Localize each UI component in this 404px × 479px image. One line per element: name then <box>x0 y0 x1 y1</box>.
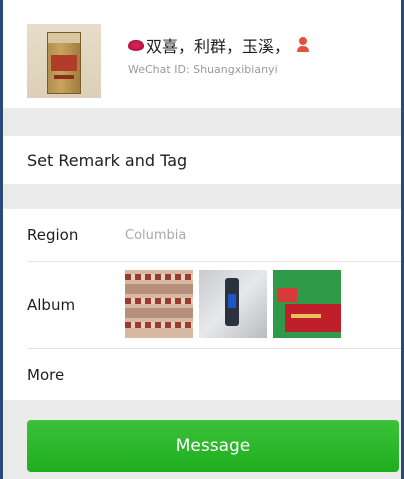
region-label: Region <box>27 226 79 244</box>
album-thumbnails <box>125 270 341 338</box>
album-thumbnail[interactable] <box>125 270 193 338</box>
avatar-cigarette-pack <box>47 32 81 94</box>
set-remark-label: Set Remark and Tag <box>27 150 188 170</box>
contact-profile-screen: 双喜，利群，玉溪， WeChat ID: Shuangxibianyi Set … <box>0 0 404 479</box>
message-button[interactable]: Message <box>27 420 399 472</box>
region-row: Region Columbia <box>3 209 401 261</box>
profile-name: 双喜，利群，玉溪， <box>146 37 291 56</box>
lips-icon <box>128 39 144 51</box>
set-remark-and-tag-row[interactable]: Set Remark and Tag <box>3 136 401 184</box>
wechat-id: WeChat ID: Shuangxibianyi <box>128 63 278 76</box>
album-label: Album <box>27 296 76 314</box>
message-button-label: Message <box>175 436 251 456</box>
album-thumbnail[interactable] <box>199 270 267 338</box>
album-thumbnail[interactable] <box>273 270 341 338</box>
person-icon <box>296 37 310 53</box>
profile-name-row: 双喜，利群，玉溪， <box>128 33 310 57</box>
region-value: Columbia <box>125 227 187 243</box>
album-row[interactable]: Album <box>3 262 401 348</box>
info-section: Region Columbia Album More <box>3 209 401 400</box>
profile-header: 双喜，利群，玉溪， WeChat ID: Shuangxibianyi <box>3 0 401 108</box>
more-label: More <box>27 365 65 384</box>
more-row[interactable]: More <box>3 349 401 400</box>
avatar[interactable] <box>27 24 101 98</box>
